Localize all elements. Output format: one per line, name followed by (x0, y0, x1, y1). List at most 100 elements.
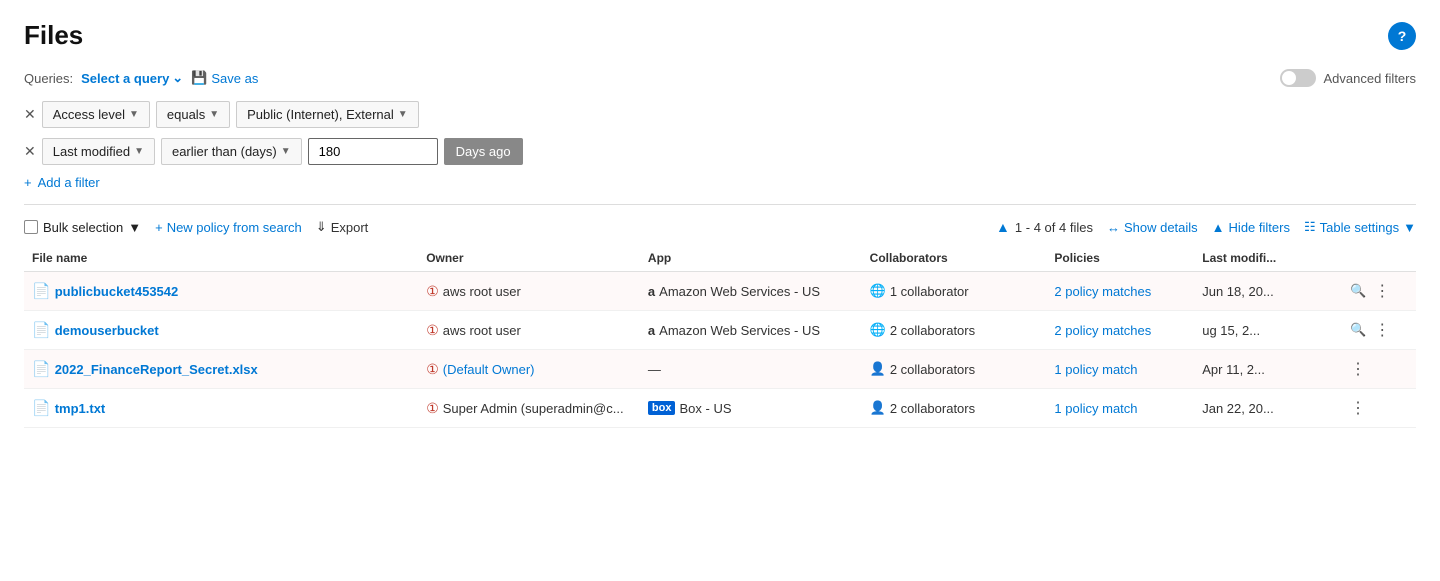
expand-icon: ↔ (1107, 220, 1120, 235)
owner-warning-icon: ① (426, 361, 439, 378)
save-icon: 💾 (191, 70, 207, 86)
help-button[interactable]: ? (1388, 22, 1416, 50)
owner-warning-icon: ① (426, 283, 439, 300)
bulk-checkbox (24, 220, 38, 234)
row-more-button[interactable]: ⋮ (1374, 281, 1390, 301)
file-icon: 📄 (32, 282, 51, 300)
advanced-filters-toggle[interactable] (1280, 69, 1316, 87)
queries-label: Queries: (24, 71, 73, 86)
chevron-down-icon: ▼ (129, 109, 139, 120)
file-count: ▲ 1 - 4 of 4 files (996, 219, 1093, 235)
col-header-collaborators: Collaborators (862, 245, 1047, 272)
select-query-button[interactable]: Select a query ⌄ (81, 70, 183, 86)
filter-icon: ▲ (1212, 220, 1225, 235)
amazon-icon: a (648, 284, 655, 299)
app-name: Box - US (679, 401, 731, 416)
last-modified-date: Apr 11, 2... (1202, 362, 1265, 377)
file-icon: 📄 (32, 360, 51, 378)
owner-text: Super Admin (superadmin@c... (443, 401, 624, 416)
collaborators-count: 1 collaborator (890, 284, 969, 299)
chevron-down-icon: ▼ (134, 146, 144, 157)
filter-icon: ▲ (996, 219, 1010, 235)
col-header-policies: Policies (1046, 245, 1194, 272)
col-header-lastmod: Last modifi... (1194, 245, 1342, 272)
file-name-link[interactable]: demouserbucket (55, 323, 159, 338)
policy-link[interactable]: 2 policy matches (1054, 323, 1151, 338)
table-row: 📄 tmp1.txt ① Super Admin (superadmin@c..… (24, 389, 1416, 428)
plus-icon: + (24, 175, 32, 190)
toolbar: Bulk selection ▼ + New policy from searc… (24, 219, 1416, 235)
col-header-actions (1342, 245, 1416, 272)
policy-link[interactable]: 1 policy match (1054, 362, 1137, 377)
chevron-down-icon: ▼ (128, 220, 141, 235)
collaborators-icon: 🌐 (870, 322, 886, 338)
table-row: 📄 publicbucket453542 ① aws root user a A… (24, 272, 1416, 311)
add-filter-row[interactable]: + Add a filter (24, 175, 1416, 190)
col-header-filename: File name (24, 245, 418, 272)
row-search-button[interactable]: 🔍 (1350, 322, 1366, 338)
col-header-owner: Owner (418, 245, 640, 272)
chevron-down-icon: ▼ (281, 146, 291, 157)
bulk-selection-button[interactable]: Bulk selection ▼ (24, 220, 141, 235)
table-row: 📄 demouserbucket ① aws root user a Amazo… (24, 311, 1416, 350)
collaborators-icon: 👤 (870, 361, 886, 377)
collaborators-count: 2 collaborators (890, 401, 975, 416)
owner-warning-icon: ① (426, 400, 439, 417)
owner-text: (Default Owner) (443, 362, 535, 377)
row-search-button[interactable]: 🔍 (1350, 283, 1366, 299)
file-name-link[interactable]: tmp1.txt (55, 401, 106, 416)
file-name-link[interactable]: 2022_FinanceReport_Secret.xlsx (55, 362, 258, 377)
last-modified-date: Jun 18, 20... (1202, 284, 1274, 299)
advanced-filters-label: Advanced filters (1324, 71, 1417, 86)
collaborators-count: 2 collaborators (890, 323, 975, 338)
file-icon: 📄 (32, 399, 51, 417)
file-name-link[interactable]: publicbucket453542 (55, 284, 179, 299)
earlier-than-dropdown[interactable]: earlier than (days) ▼ (161, 138, 302, 165)
app-name: Amazon Web Services - US (659, 284, 820, 299)
owner-text: aws root user (443, 323, 521, 338)
access-level-dropdown[interactable]: Access level ▼ (42, 101, 150, 128)
days-ago-button[interactable]: Days ago (444, 138, 523, 165)
last-modified-dropdown[interactable]: Last modified ▼ (42, 138, 155, 165)
toggle-knob (1282, 71, 1296, 85)
remove-filter-2-button[interactable]: ✕ (24, 143, 36, 160)
policy-link[interactable]: 2 policy matches (1054, 284, 1151, 299)
box-icon: box (648, 401, 676, 415)
file-icon: 📄 (32, 321, 51, 339)
amazon-icon: a (648, 323, 655, 338)
collaborators-icon: 🌐 (870, 283, 886, 299)
show-details-button[interactable]: ↔ Show details (1107, 220, 1198, 235)
chevron-down-icon: ▼ (209, 109, 219, 120)
row-more-button[interactable]: ⋮ (1350, 398, 1366, 418)
remove-filter-1-button[interactable]: ✕ (24, 106, 36, 123)
last-modified-date: Jan 22, 20... (1202, 401, 1274, 416)
owner-text: aws root user (443, 284, 521, 299)
chevron-down-icon: ⌄ (172, 70, 183, 86)
last-modified-date: ug 15, 2... (1202, 323, 1260, 338)
app-name: Amazon Web Services - US (659, 323, 820, 338)
col-header-app: App (640, 245, 862, 272)
equals-dropdown[interactable]: equals ▼ (156, 101, 230, 128)
days-input[interactable] (308, 138, 438, 165)
table-row: 📄 2022_FinanceReport_Secret.xlsx ① (Defa… (24, 350, 1416, 389)
policy-link[interactable]: 1 policy match (1054, 401, 1137, 416)
chevron-down-icon: ▼ (1403, 220, 1416, 235)
files-table: File name Owner App Collaborators Polici… (24, 245, 1416, 428)
export-button[interactable]: ⇓ Export (316, 219, 368, 235)
new-policy-button[interactable]: + New policy from search (155, 220, 302, 235)
owner-warning-icon: ① (426, 322, 439, 339)
app-name: — (648, 362, 661, 377)
row-more-button[interactable]: ⋮ (1350, 359, 1366, 379)
collaborators-icon: 👤 (870, 400, 886, 416)
page-title: Files (24, 20, 83, 51)
row-more-button[interactable]: ⋮ (1374, 320, 1390, 340)
download-icon: ⇓ (316, 219, 327, 235)
chevron-down-icon: ▼ (398, 109, 408, 120)
save-as-button[interactable]: 💾 Save as (191, 70, 258, 86)
collaborators-count: 2 collaborators (890, 362, 975, 377)
divider (24, 204, 1416, 205)
filter-row-last-modified: ✕ Last modified ▼ earlier than (days) ▼ … (24, 138, 1416, 165)
table-settings-button[interactable]: ☷ Table settings ▼ (1304, 219, 1416, 235)
access-level-value-dropdown[interactable]: Public (Internet), External ▼ (236, 101, 419, 128)
hide-filters-button[interactable]: ▲ Hide filters (1212, 220, 1290, 235)
